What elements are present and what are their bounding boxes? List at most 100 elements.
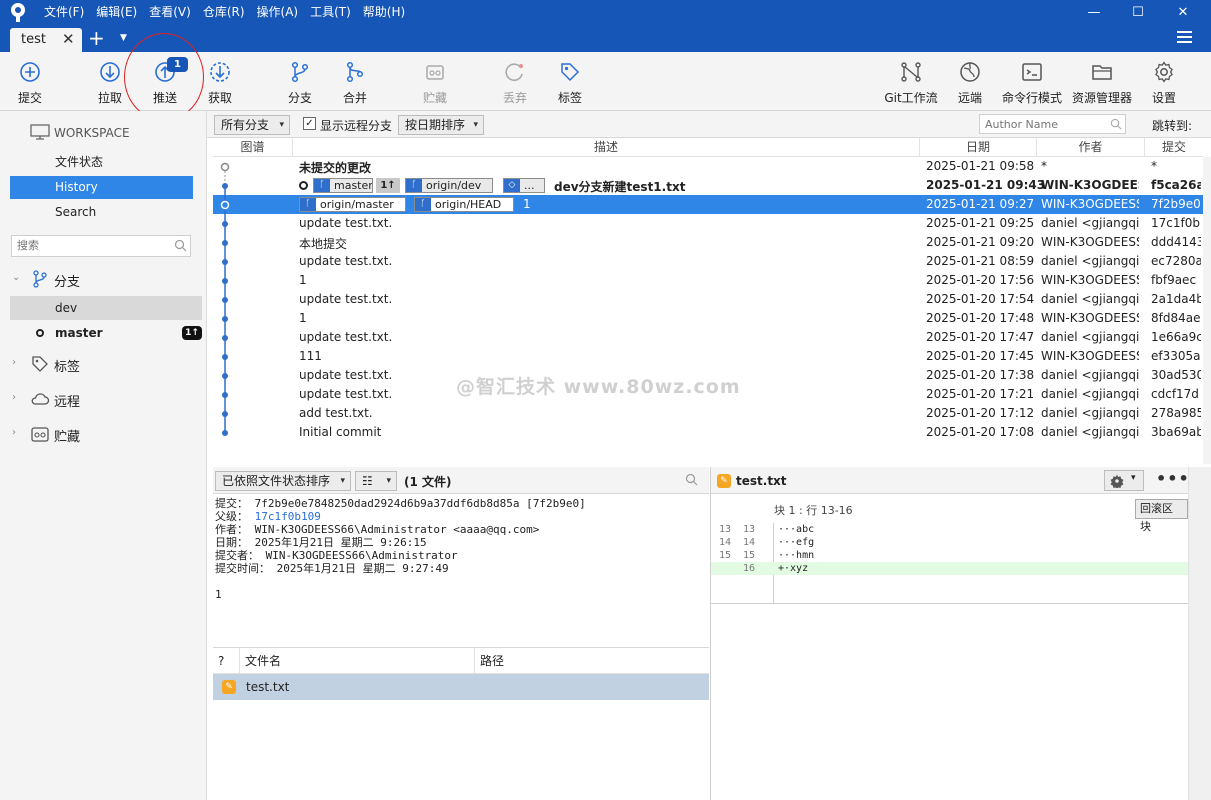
menu-actions[interactable]: 操作(A) bbox=[251, 0, 305, 25]
stash-icon bbox=[426, 65, 444, 80]
show-remote-checkbox[interactable]: ✓ bbox=[303, 117, 316, 130]
column-commit[interactable]: 提交 bbox=[1145, 138, 1203, 157]
hamburger-menu-icon[interactable] bbox=[1177, 31, 1192, 45]
chevron-right-icon[interactable]: › bbox=[12, 427, 16, 438]
sidebar-search-input[interactable] bbox=[17, 239, 167, 252]
ref-tag[interactable]: ◇... bbox=[503, 178, 545, 193]
commit-row[interactable]: update test.txt. 2025-01-21 08:59 daniel <… bbox=[213, 252, 1203, 271]
commit-description: update test.txt. bbox=[299, 216, 393, 230]
commit-date: 2025-01-20 17:48 bbox=[926, 311, 1035, 325]
commit-description: 111 bbox=[299, 349, 322, 363]
author-filter-input[interactable] bbox=[985, 118, 1105, 131]
commit-hash: 7f2b9e0 bbox=[1151, 197, 1201, 211]
column-graph[interactable]: 图谱 bbox=[213, 138, 293, 157]
branch-button[interactable]: 分支 bbox=[280, 52, 320, 111]
menu-edit[interactable]: 编辑(E) bbox=[90, 0, 143, 25]
parent-commit-link[interactable]: 17c1f0b109 bbox=[255, 510, 321, 523]
diff-options-button[interactable]: ▾ bbox=[1104, 470, 1144, 491]
commit-date: 2025-01-20 17:12 bbox=[926, 406, 1035, 420]
commit-row[interactable]: update test.txt. 2025-01-20 17:54 daniel <… bbox=[213, 290, 1203, 309]
tag-button[interactable]: 标签 bbox=[550, 52, 590, 111]
ref-remote-origin-dev[interactable]: ᚴ origin/dev bbox=[405, 178, 493, 193]
gitflow-button[interactable]: Git工作流 bbox=[880, 52, 942, 111]
folder-icon bbox=[1092, 65, 1112, 80]
file-row[interactable]: ✎ test.txt bbox=[213, 674, 709, 700]
menu-tools[interactable]: 工具(T) bbox=[304, 0, 357, 25]
ref-branch-master[interactable]: ᚴ master bbox=[313, 178, 373, 193]
column-path[interactable]: 路径 bbox=[475, 648, 709, 674]
details-toolbar: 已依照文件状态排序 ▾ ☷ ▾ (1 文件) bbox=[213, 467, 709, 494]
more-options-icon[interactable]: ••• bbox=[1156, 469, 1190, 488]
sidebar-item-search[interactable]: Search bbox=[10, 201, 193, 224]
sidebar-group-tags[interactable]: › 标签 bbox=[0, 352, 207, 376]
watermark: @智汇技术 www.80wz.com bbox=[456, 376, 741, 398]
diff-scrollbar[interactable] bbox=[1188, 467, 1211, 800]
discard-button[interactable]: 丢弃 bbox=[495, 52, 535, 111]
sort-order-dropdown[interactable]: 按日期排序 ▾ bbox=[398, 115, 484, 135]
explorer-button[interactable]: 资源管理器 bbox=[1070, 52, 1134, 111]
commit-button[interactable]: 提交 bbox=[10, 52, 50, 111]
diff-content: 13 13 ···abc 14 14 ···efg 15 15 ···hmn 16 +·xyz bbox=[711, 523, 1189, 575]
close-window-button[interactable]: ✕ bbox=[1160, 0, 1206, 25]
menu-view[interactable]: 查看(V) bbox=[143, 0, 197, 25]
column-filename[interactable]: 文件名 bbox=[240, 648, 475, 674]
sidebar-item-history[interactable]: History bbox=[10, 176, 193, 199]
view-mode-dropdown[interactable]: ☷ ▾ bbox=[355, 471, 397, 491]
revert-hunk-button[interactable]: 回滚区块 bbox=[1135, 499, 1188, 533]
commit-row[interactable]: update test.txt. 2025-01-20 17:47 daniel <… bbox=[213, 328, 1203, 347]
commit-hash: fbf9aec bbox=[1151, 273, 1197, 287]
minimize-button[interactable]: — bbox=[1071, 0, 1117, 25]
column-status[interactable]: ? bbox=[213, 648, 240, 674]
fetch-button[interactable]: 获取 bbox=[200, 52, 240, 111]
commit-row-selected[interactable]: ᚴ origin/master ᚴ origin/HEAD 1 2025-01-21… bbox=[213, 195, 1203, 214]
chevron-right-icon[interactable]: › bbox=[12, 357, 16, 368]
sidebar-group-stashes[interactable]: › 贮藏 bbox=[0, 422, 207, 446]
commit-row[interactable]: 本地提交 2025-01-21 09:20 WIN-K3OGDEESS66 ddd41… bbox=[213, 233, 1203, 252]
sidebar-group-branches[interactable]: ⌄ 分支 bbox=[0, 267, 207, 291]
menu-file[interactable]: 文件(F) bbox=[38, 0, 90, 25]
settings-button[interactable]: 设置 bbox=[1146, 52, 1182, 111]
commit-row[interactable]: ᚴ master 1↑ ᚴ origin/dev ◇... dev分支新建test1… bbox=[213, 176, 1203, 195]
menu-help[interactable]: 帮助(H) bbox=[357, 0, 411, 25]
ref-remote-origin-head[interactable]: ᚴ origin/HEAD bbox=[414, 197, 514, 212]
column-date[interactable]: 日期 bbox=[920, 138, 1037, 157]
chevron-down-icon[interactable]: ⌄ bbox=[12, 272, 20, 283]
commit-row-uncommitted[interactable]: 未提交的更改 2025-01-21 09:58 * * bbox=[213, 157, 1203, 176]
terminal-button[interactable]: 命令行模式 bbox=[1000, 52, 1064, 111]
plus-icon[interactable]: + bbox=[88, 25, 105, 52]
commit-hash: ec7280a bbox=[1151, 254, 1201, 268]
show-remote-label: 显示远程分支 bbox=[320, 119, 393, 133]
search-icon[interactable] bbox=[685, 473, 698, 486]
commit-row[interactable]: 111 2025-01-20 17:45 WIN-K3OGDEESS66 ef3305… bbox=[213, 347, 1203, 366]
detail-parent: 父级： 17c1f0b109 bbox=[215, 510, 321, 523]
branch-filter-dropdown[interactable]: 所有分支 ▾ bbox=[214, 115, 290, 135]
commit-hash: 8fd84ae bbox=[1151, 311, 1201, 325]
stash-button[interactable]: 贮藏 bbox=[415, 52, 455, 111]
commit-description: 1 bbox=[299, 273, 307, 287]
commit-row[interactable]: add test.txt. 2025-01-20 17:12 daniel <gji… bbox=[213, 404, 1203, 423]
maximize-button[interactable]: ☐ bbox=[1115, 0, 1161, 25]
chevron-down-icon[interactable]: ▼ bbox=[120, 33, 127, 43]
file-sort-dropdown[interactable]: 已依照文件状态排序 ▾ bbox=[215, 471, 351, 491]
commit-row[interactable]: 1 2025-01-20 17:56 WIN-K3OGDEESS66 fbf9aec bbox=[213, 271, 1203, 290]
column-description[interactable]: 描述 bbox=[293, 138, 920, 157]
merge-button[interactable]: 合并 bbox=[335, 52, 375, 111]
close-icon[interactable]: ✕ bbox=[62, 30, 75, 48]
commit-row[interactable]: update test.txt. 2025-01-21 09:25 daniel <… bbox=[213, 214, 1203, 233]
sidebar-group-remotes[interactable]: › 远程 bbox=[0, 387, 207, 411]
sidebar-item-file-status[interactable]: 文件状态 bbox=[10, 151, 193, 174]
ref-remote-origin-master[interactable]: ᚴ origin/master bbox=[299, 197, 406, 212]
commit-row[interactable]: 1 2025-01-20 17:48 WIN-K3OGDEESS66 8fd84ae bbox=[213, 309, 1203, 328]
commit-list-scrollbar[interactable] bbox=[1203, 157, 1211, 464]
terminal-icon bbox=[1022, 63, 1042, 81]
tab-repo-test[interactable]: test ✕ bbox=[10, 28, 82, 52]
detail-commit: 提交： 7f2b9e0e7848250dad2924d6b9a37ddf6db8… bbox=[215, 497, 586, 510]
column-author[interactable]: 作者 bbox=[1037, 138, 1145, 157]
chevron-down-icon: ▾ bbox=[473, 120, 478, 130]
menu-repository[interactable]: 仓库(R) bbox=[197, 0, 251, 25]
sidebar-branch-dev[interactable]: dev bbox=[10, 296, 202, 320]
sidebar-branch-master[interactable]: master 1↑ bbox=[10, 321, 202, 345]
remote-button[interactable]: 远端 bbox=[952, 52, 988, 111]
chevron-right-icon[interactable]: › bbox=[12, 392, 16, 403]
commit-row[interactable]: Initial commit 2025-01-20 17:08 daniel <gj… bbox=[213, 423, 1203, 442]
